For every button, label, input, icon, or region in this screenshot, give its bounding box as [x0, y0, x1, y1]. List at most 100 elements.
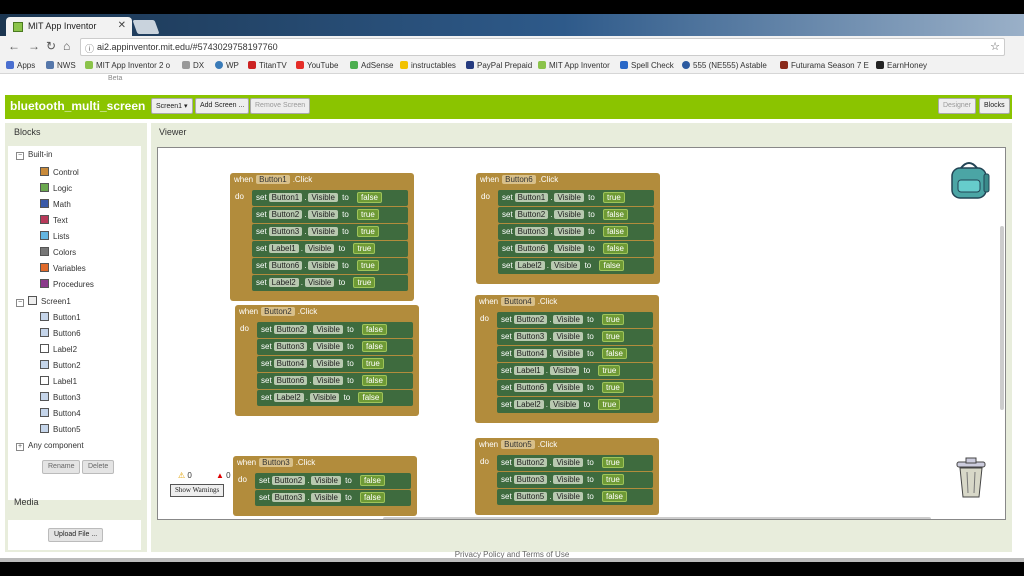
bookmark-futurama[interactable]: Futurama Season 7 E: [780, 61, 869, 70]
boolean-value[interactable]: true: [602, 331, 624, 342]
bookmark-mit-ai2[interactable]: MIT App Inventor 2 o: [85, 61, 170, 70]
rename-button[interactable]: Rename: [42, 460, 81, 474]
set-visible-block[interactable]: set Button2. Visible to false: [257, 322, 413, 338]
target-component-dropdown[interactable]: Button3: [268, 227, 303, 236]
boolean-value[interactable]: true: [353, 277, 376, 288]
event-block-button5[interactable]: when Button5 .Click do set Button2. Visible to…: [475, 438, 659, 515]
boolean-value[interactable]: false: [602, 491, 627, 502]
bookmark-555[interactable]: 555 (NE555) Astable: [682, 61, 767, 70]
boolean-value[interactable]: false: [603, 226, 628, 237]
tree-any-component[interactable]: + Any component: [16, 441, 84, 451]
tree-lists[interactable]: Lists: [40, 231, 69, 241]
boolean-value[interactable]: false: [599, 260, 625, 271]
forward-icon[interactable]: →: [28, 39, 40, 53]
boolean-value[interactable]: true: [602, 474, 624, 485]
bookmark-wp[interactable]: WP: [215, 61, 239, 70]
target-component-dropdown[interactable]: Label2: [273, 393, 304, 402]
set-visible-block[interactable]: set Button2. Visible to true: [497, 312, 653, 328]
tree-builtin[interactable]: − Built-in: [16, 150, 52, 160]
boolean-value[interactable]: false: [603, 243, 628, 254]
tree-button4[interactable]: Button4: [40, 408, 81, 418]
property-dropdown[interactable]: Visible: [553, 315, 583, 324]
target-component-dropdown[interactable]: Button1: [268, 193, 303, 202]
bookmark-instructables[interactable]: instructables: [400, 61, 456, 70]
property-dropdown[interactable]: Visible: [313, 342, 343, 351]
boolean-value[interactable]: true: [357, 226, 379, 237]
close-tab-icon[interactable]: ✕: [118, 20, 126, 31]
target-component-dropdown[interactable]: Button6: [268, 261, 303, 270]
blocks-button[interactable]: Blocks: [979, 98, 1010, 114]
tree-label2[interactable]: Label2: [40, 344, 77, 354]
bookmark-spell-check[interactable]: Spell Check: [620, 61, 674, 70]
set-visible-block[interactable]: set Button3. Visible to false: [257, 339, 413, 355]
target-component-dropdown[interactable]: Button3: [273, 342, 308, 351]
property-dropdown[interactable]: Visible: [553, 349, 583, 358]
tree-control[interactable]: Control: [40, 167, 79, 177]
tree-label1[interactable]: Label1: [40, 376, 77, 386]
boolean-value[interactable]: true: [598, 399, 621, 410]
property-dropdown[interactable]: Visible: [309, 393, 340, 402]
component-dropdown[interactable]: Button5: [501, 440, 535, 449]
property-dropdown[interactable]: Visible: [313, 325, 343, 334]
set-visible-block[interactable]: set Button4. Visible to true: [257, 356, 413, 372]
set-visible-block[interactable]: set Button6. Visible to true: [497, 380, 653, 396]
property-dropdown[interactable]: Visible: [308, 227, 338, 236]
property-dropdown[interactable]: Visible: [550, 261, 581, 270]
boolean-value[interactable]: false: [358, 392, 384, 403]
boolean-value[interactable]: false: [360, 475, 385, 486]
set-visible-block[interactable]: set Label1. Visible to true: [497, 363, 653, 379]
target-component-dropdown[interactable]: Button4: [513, 349, 548, 358]
property-dropdown[interactable]: Visible: [553, 383, 583, 392]
target-component-dropdown[interactable]: Button3: [513, 475, 548, 484]
component-dropdown[interactable]: Button4: [501, 297, 535, 306]
trash-icon[interactable]: [954, 456, 988, 500]
tree-colors[interactable]: Colors: [40, 247, 76, 257]
target-component-dropdown[interactable]: Button3: [513, 332, 548, 341]
set-visible-block[interactable]: set Button2. Visible to false: [255, 473, 411, 489]
boolean-value[interactable]: false: [602, 348, 627, 359]
property-dropdown[interactable]: Visible: [549, 400, 580, 409]
property-dropdown[interactable]: Visible: [311, 493, 341, 502]
tree-variables[interactable]: Variables: [40, 263, 86, 273]
bookmark-dx[interactable]: DX: [182, 61, 204, 70]
target-component-dropdown[interactable]: Button5: [513, 492, 548, 501]
tree-screen1[interactable]: − Screen1: [16, 296, 71, 307]
bookmark-adsense[interactable]: AdSense: [350, 61, 393, 70]
screen-dropdown[interactable]: Screen1 ▾: [151, 98, 193, 114]
set-visible-block[interactable]: set Label2. Visible to true: [252, 275, 408, 291]
boolean-value[interactable]: true: [603, 192, 625, 203]
event-block-button6[interactable]: when Button6 .Click do set Button1. Visible to…: [476, 173, 660, 284]
set-visible-block[interactable]: set Button6. Visible to false: [257, 373, 413, 389]
boolean-value[interactable]: true: [362, 358, 384, 369]
target-component-dropdown[interactable]: Label1: [513, 366, 544, 375]
target-component-dropdown[interactable]: Button2: [273, 325, 308, 334]
set-visible-block[interactable]: set Button3. Visible to false: [498, 224, 654, 240]
bookmark-star-icon[interactable]: ☆: [990, 40, 1000, 53]
tree-button1[interactable]: Button1: [40, 312, 81, 322]
boolean-value[interactable]: true: [353, 243, 376, 254]
delete-button[interactable]: Delete: [82, 460, 115, 474]
set-visible-block[interactable]: set Label2. Visible to false: [257, 390, 413, 406]
bookmark-paypal[interactable]: PayPal Prepaid: [466, 61, 532, 70]
new-tab-button[interactable]: [132, 20, 160, 34]
designer-button[interactable]: Designer: [938, 98, 977, 114]
set-visible-block[interactable]: set Button5. Visible to false: [497, 489, 653, 505]
boolean-value[interactable]: false: [362, 341, 387, 352]
set-visible-block[interactable]: set Button2. Visible to false: [498, 207, 654, 223]
boolean-value[interactable]: false: [360, 492, 385, 503]
set-visible-block[interactable]: set Button3. Visible to true: [497, 329, 653, 345]
property-dropdown[interactable]: Visible: [311, 476, 341, 485]
property-dropdown[interactable]: Visible: [304, 278, 335, 287]
property-dropdown[interactable]: Visible: [553, 458, 583, 467]
target-component-dropdown[interactable]: Label1: [268, 244, 299, 253]
add-screen-button[interactable]: Add Screen ...: [195, 98, 250, 114]
upload-file-button[interactable]: Upload File ...: [48, 528, 104, 542]
property-dropdown[interactable]: Visible: [304, 244, 335, 253]
bookmark-titantv[interactable]: TitanTV: [248, 61, 287, 70]
component-dropdown[interactable]: Button3: [259, 458, 293, 467]
property-dropdown[interactable]: Visible: [308, 193, 338, 202]
component-dropdown[interactable]: Button1: [256, 175, 290, 184]
property-dropdown[interactable]: Visible: [554, 193, 584, 202]
set-visible-block[interactable]: set Button6. Visible to false: [498, 241, 654, 257]
target-component-dropdown[interactable]: Button6: [514, 244, 549, 253]
